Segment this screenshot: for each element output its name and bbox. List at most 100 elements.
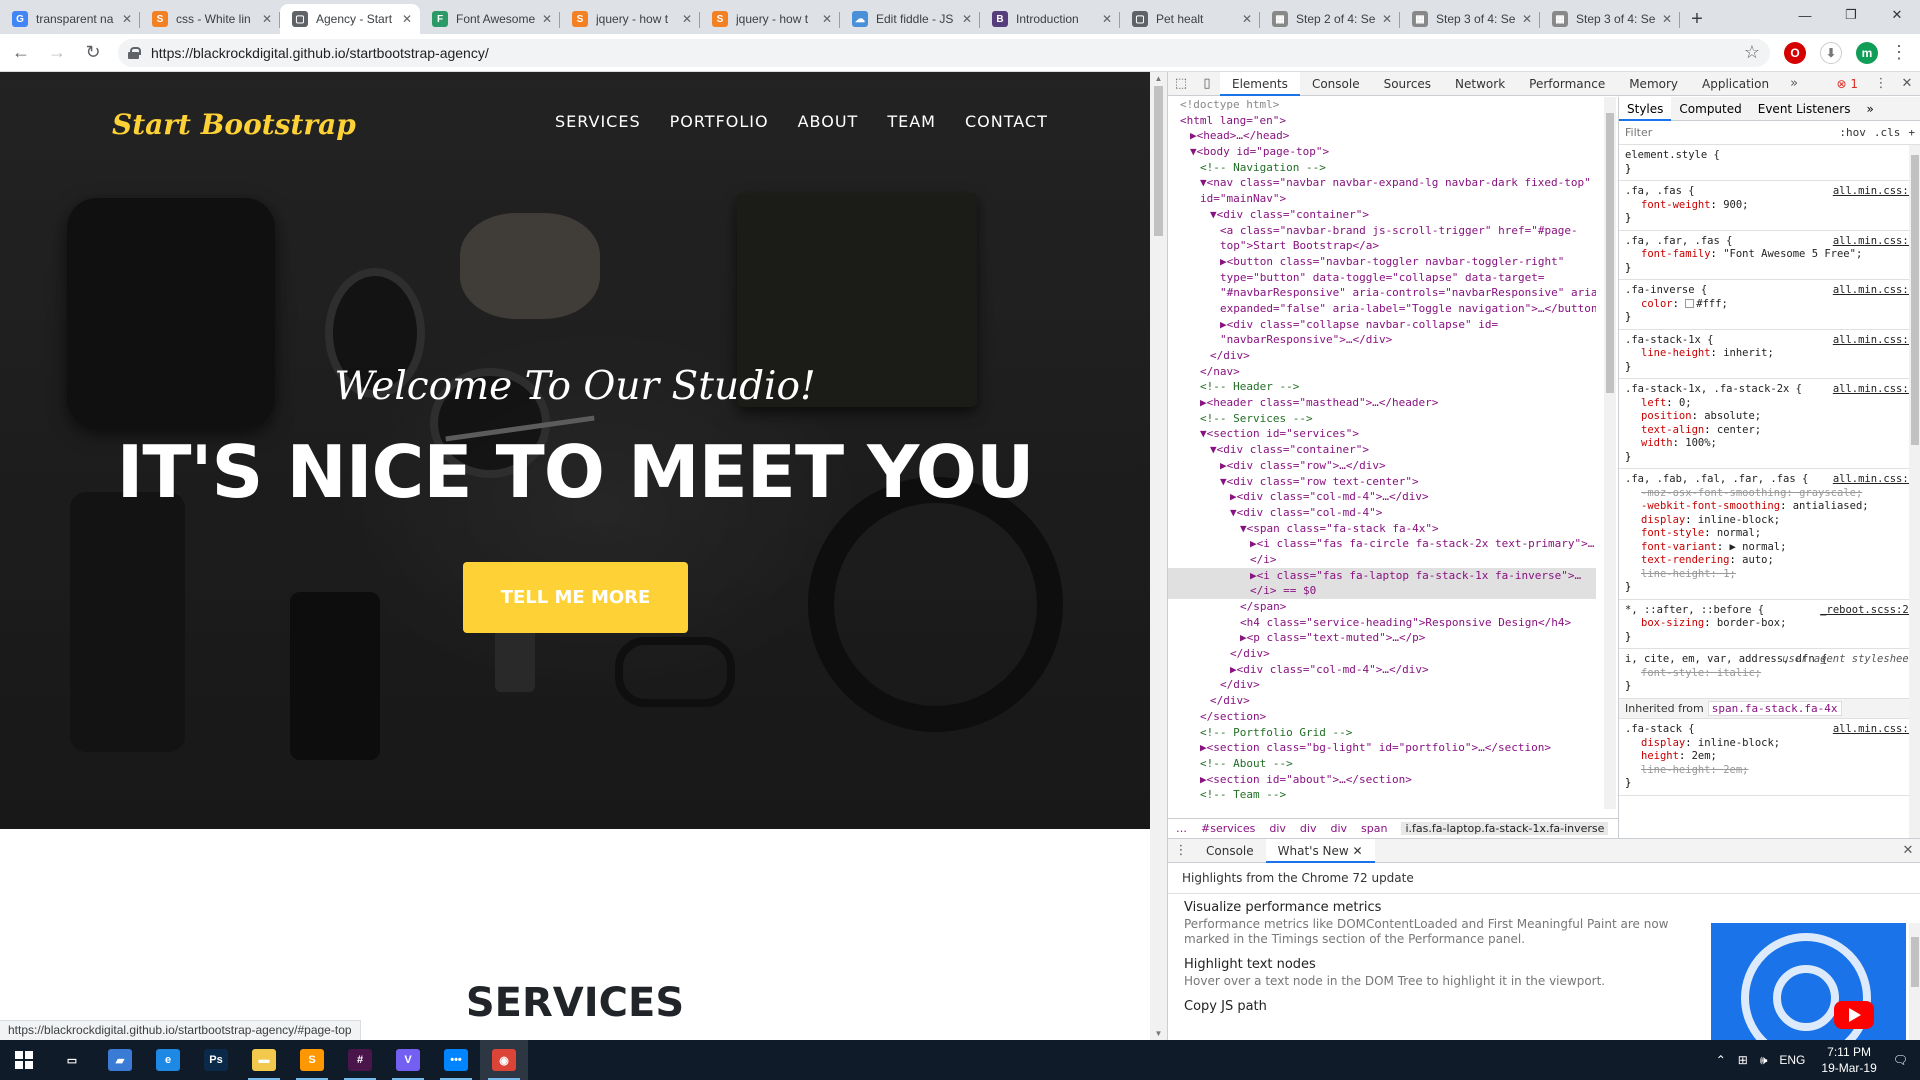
scrollbar-thumb[interactable] <box>1911 937 1919 987</box>
dom-node[interactable]: <!-- Team --> <box>1168 787 1596 803</box>
breadcrumb-item[interactable]: div <box>1300 822 1317 835</box>
nav-link-services[interactable]: SERVICES <box>555 112 641 131</box>
volume-icon[interactable]: 🕪 <box>1760 1053 1768 1068</box>
taskbar-edge-button[interactable]: e <box>144 1040 192 1080</box>
whats-new-video-thumbnail[interactable] <box>1711 923 1906 1042</box>
scrollbar-thumb[interactable] <box>1606 113 1614 393</box>
nav-link-team[interactable]: TEAM <box>887 112 936 131</box>
css-declaration[interactable]: -moz-osx-font-smoothing: grayscale; <box>1625 487 1915 501</box>
tab-close-icon[interactable]: ✕ <box>1382 12 1392 26</box>
scrollbar-thumb[interactable] <box>1154 86 1163 236</box>
youtube-play-icon[interactable] <box>1834 1001 1874 1029</box>
dom-node[interactable]: type="button" data-toggle="collapse" dat… <box>1168 270 1596 286</box>
reload-button[interactable]: ↻ <box>78 38 108 68</box>
tab-close-icon[interactable]: ✕ <box>962 12 972 26</box>
tab-close-icon[interactable]: ✕ <box>682 12 692 26</box>
css-rule[interactable]: i, cite, em, var, address, dfn {user age… <box>1619 649 1920 699</box>
tab-close-icon[interactable]: ✕ <box>122 12 132 26</box>
dom-node[interactable]: </section> <box>1168 709 1596 725</box>
styles-tab-styles[interactable]: Styles <box>1619 97 1672 121</box>
dom-node[interactable]: "#navbarResponsive" aria-controls="navba… <box>1168 285 1596 301</box>
dom-node[interactable]: <!doctype html> <box>1168 97 1596 113</box>
css-rule[interactable]: .fa-inverse {all.min.css:5 color: #fff;} <box>1619 280 1920 330</box>
browser-tab[interactable]: Scss - White lin ✕ <box>140 4 280 34</box>
tab-close-icon[interactable]: ✕ <box>1522 12 1532 26</box>
tab-close-icon[interactable]: ✕ <box>1102 12 1112 26</box>
dom-node[interactable]: ▶<div class="col-md-4">…</div> <box>1168 662 1596 678</box>
css-source-link[interactable]: all.min.css:5 <box>1833 185 1915 199</box>
scroll-down-arrow-icon[interactable]: ▼ <box>1150 1027 1167 1041</box>
url-text[interactable]: https://blackrockdigital.github.io/start… <box>151 45 1744 61</box>
show-hidden-icons[interactable]: ⌃ <box>1716 1053 1726 1067</box>
browser-tab[interactable]: ▢ Pet healt ✕ <box>1120 4 1260 34</box>
dom-node[interactable]: ▼<span class="fa-stack fa-4x"> <box>1168 521 1596 537</box>
nav-link-about[interactable]: ABOUT <box>798 112 859 131</box>
css-rule[interactable]: .fa-stack-1x, .fa-stack-2x {all.min.css:… <box>1619 379 1920 469</box>
css-declaration[interactable]: text-rendering: auto; <box>1625 554 1915 568</box>
css-source-link[interactable]: all.min.css:5 <box>1833 235 1915 249</box>
breadcrumb-item[interactable]: … <box>1176 822 1187 835</box>
dom-node[interactable]: </nav> <box>1168 364 1596 380</box>
tab-close-icon[interactable]: ✕ <box>1242 12 1252 26</box>
css-declaration[interactable]: box-sizing: border-box; <box>1625 617 1915 631</box>
dom-node[interactable]: ▶<section id="about">…</section> <box>1168 772 1596 788</box>
dom-node[interactable]: </div> <box>1168 646 1596 662</box>
dom-node[interactable]: <!-- Navigation --> <box>1168 160 1596 176</box>
dom-node[interactable]: "navbarResponsive">…</div> <box>1168 332 1596 348</box>
dom-node[interactable]: <a class="navbar-brand js-scroll-trigger… <box>1168 223 1596 239</box>
taskbar-sublime-button[interactable]: S <box>288 1040 336 1080</box>
css-declaration[interactable]: font-style: italic; <box>1625 667 1915 681</box>
css-declaration[interactable]: font-style: normal; <box>1625 527 1915 541</box>
taskbar-viber-button[interactable]: V <box>384 1040 432 1080</box>
dom-node[interactable]: <!-- Header --> <box>1168 379 1596 395</box>
dom-node[interactable]: ▼<body id="page-top"> <box>1168 144 1596 160</box>
dom-node[interactable]: <!-- Services --> <box>1168 411 1596 427</box>
tab-close-icon[interactable]: ✕ <box>822 12 832 26</box>
browser-tab[interactable]: ▦ Step 2 of 4: Se ✕ <box>1260 4 1400 34</box>
css-source-link[interactable]: all.min.css:5 <box>1833 723 1915 737</box>
forward-button[interactable]: → <box>42 38 72 68</box>
devtools-tab-performance[interactable]: Performance <box>1517 72 1617 96</box>
browser-tab[interactable]: Gtransparent na ✕ <box>0 4 140 34</box>
css-declaration[interactable]: text-align: center; <box>1625 424 1915 438</box>
dom-node[interactable]: ▶<div class="collapse navbar-collapse" i… <box>1168 317 1596 333</box>
devtools-tab-console[interactable]: Console <box>1300 72 1372 96</box>
css-declaration[interactable]: -webkit-font-smoothing: antialiased; <box>1625 500 1915 514</box>
breadcrumb-item[interactable]: div <box>1330 822 1347 835</box>
css-rule[interactable]: element.style {} <box>1619 145 1920 181</box>
browser-tab[interactable]: B Introduction ✕ <box>980 4 1120 34</box>
drawer-tab-console[interactable]: Console <box>1194 839 1266 863</box>
hover-state-toggle[interactable]: :hov <box>1839 126 1866 139</box>
css-declaration[interactable]: position: absolute; <box>1625 410 1915 424</box>
css-source-link[interactable]: all.min.css:5 <box>1833 383 1915 397</box>
css-declaration[interactable]: width: 100%; <box>1625 437 1915 451</box>
more-style-tabs-icon[interactable]: » <box>1858 97 1881 121</box>
network-icon[interactable]: ⊞ <box>1738 1053 1748 1067</box>
dom-node[interactable]: ▶<p class="text-muted">…</p> <box>1168 630 1596 646</box>
breadcrumb-item[interactable]: i.fas.fa-laptop.fa-stack-1x.fa-inverse <box>1401 822 1609 835</box>
dom-node[interactable]: </div> <box>1168 693 1596 709</box>
dom-node[interactable]: ▼<nav class="navbar navbar-expand-lg nav… <box>1168 175 1596 191</box>
styles-tab-computed[interactable]: Computed <box>1671 97 1749 121</box>
css-declaration[interactable]: color: #fff; <box>1625 298 1915 312</box>
dom-node[interactable]: ▶<button class="navbar-toggler navbar-to… <box>1168 254 1596 270</box>
notifications-icon[interactable]: 🗨 <box>1893 1053 1908 1067</box>
dom-node[interactable]: </span> <box>1168 599 1596 615</box>
dom-node[interactable]: ▶<head>…</head> <box>1168 128 1596 144</box>
browser-tab[interactable]: ☁ Edit fiddle - JS ✕ <box>840 4 980 34</box>
css-declaration[interactable]: font-variant: ▶ normal; <box>1625 541 1915 555</box>
device-toolbar-icon[interactable]: ▯ <box>1194 76 1220 91</box>
css-rule[interactable]: .fa-stack {all.min.css:5 display: inline-… <box>1619 719 1920 796</box>
new-tab-button[interactable]: + <box>1680 4 1714 34</box>
language-indicator[interactable]: ENG <box>1779 1053 1805 1067</box>
inherited-element-link[interactable]: span.fa-stack.fa-4x <box>1707 700 1842 716</box>
taskbar-file-explorer-pinned-button[interactable]: ▰ <box>96 1040 144 1080</box>
css-rule[interactable]: .fa, .fab, .fal, .far, .fas {all.min.css… <box>1619 469 1920 600</box>
close-devtools-icon[interactable]: ✕ <box>1894 76 1920 91</box>
tab-close-icon[interactable]: ✕ <box>402 12 412 26</box>
more-tabs-icon[interactable]: » <box>1781 76 1807 91</box>
dom-node-selected[interactable]: ▶<i class="fas fa-laptop fa-stack-1x fa-… <box>1168 567 1596 584</box>
class-toggle[interactable]: .cls <box>1874 126 1901 139</box>
devtools-tab-memory[interactable]: Memory <box>1617 72 1690 96</box>
breadcrumb-item[interactable]: #services <box>1201 822 1255 835</box>
